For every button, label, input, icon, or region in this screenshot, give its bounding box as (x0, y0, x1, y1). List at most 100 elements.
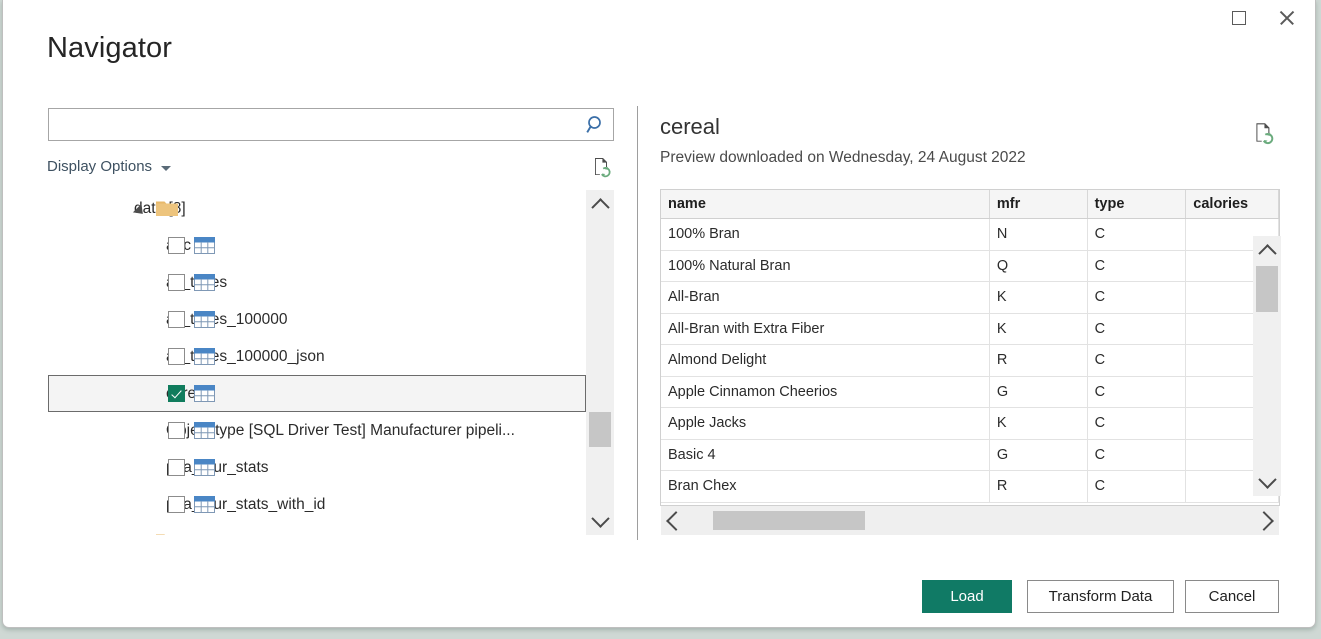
cell-name: Almond Delight (661, 345, 990, 376)
table-row[interactable]: All-Bran with Extra Fiber K C (661, 314, 1279, 346)
scrollbar-thumb[interactable] (589, 412, 611, 447)
folder-icon (156, 532, 178, 535)
scrollbar-thumb[interactable] (1256, 266, 1278, 312)
tree-vertical-scrollbar[interactable] (586, 190, 614, 535)
tree-item-abc[interactable]: abc (48, 227, 586, 264)
table-vertical-scrollbar[interactable] (1253, 236, 1281, 496)
preview-table: name mfr type calories 100% Bran N C 100… (660, 189, 1280, 506)
object-tree: data [8] abc (48, 190, 614, 535)
load-button[interactable]: Load (922, 580, 1012, 613)
tree-item-all-types-100000-json[interactable]: all_types_100000_json (48, 338, 586, 375)
table-icon (194, 237, 215, 254)
column-header-mfr[interactable]: mfr (990, 190, 1088, 218)
chevron-up-icon (1258, 244, 1276, 262)
checkbox[interactable] (168, 496, 185, 513)
tree-item-all-types[interactable]: all_types (48, 264, 586, 301)
table-row[interactable]: Bran Chex R C (661, 471, 1279, 503)
maximize-button[interactable] (1219, 4, 1259, 32)
title-bar (3, 0, 1315, 36)
table-icon (194, 311, 215, 328)
page-title: Navigator (47, 32, 172, 65)
table-header-row: name mfr type calories (661, 190, 1279, 219)
scroll-right-button[interactable] (1249, 506, 1279, 535)
navigator-dialog: Navigator Display Options (2, 0, 1316, 628)
checkbox[interactable] (168, 459, 185, 476)
column-header-type[interactable]: type (1088, 190, 1187, 218)
scroll-down-button[interactable] (586, 507, 614, 535)
table-row[interactable]: Apple Cinnamon Cheerios G C (661, 377, 1279, 409)
cell-type: C (1088, 314, 1187, 345)
scroll-up-button[interactable] (1253, 236, 1281, 264)
display-options-dropdown[interactable]: Display Options (47, 158, 171, 175)
table-horizontal-scrollbar[interactable] (661, 506, 1279, 535)
table-icon (194, 422, 215, 439)
search-icon[interactable] (584, 113, 608, 137)
checkbox[interactable] (168, 385, 185, 402)
table-row[interactable]: Apple Jacks K C (661, 408, 1279, 440)
cell-mfr: G (990, 377, 1088, 408)
cell-type: C (1088, 219, 1187, 250)
checkbox[interactable] (168, 311, 185, 328)
preview-title: cereal (660, 114, 720, 140)
scroll-down-button[interactable] (1253, 468, 1281, 496)
checkbox[interactable] (168, 348, 185, 365)
table-row[interactable]: 100% Natural Bran Q C (661, 251, 1279, 283)
cell-mfr: R (990, 471, 1088, 502)
tree-item-object-type[interactable]: Object type [SQL Driver Test] Manufactur… (48, 412, 586, 449)
cell-mfr: K (990, 314, 1088, 345)
cell-name: All-Bran with Extra Fiber (661, 314, 990, 345)
scroll-left-button[interactable] (661, 506, 691, 535)
cell-type: C (1088, 251, 1187, 282)
tree-item-label: pga_tour_stats_with_id (166, 496, 325, 514)
folder-icon (156, 199, 178, 216)
chevron-down-icon (161, 166, 171, 171)
cell-mfr: Q (990, 251, 1088, 282)
cell-type: C (1088, 471, 1187, 502)
chevron-right-icon (1254, 511, 1274, 531)
column-header-name[interactable]: name (661, 190, 990, 218)
transform-data-button[interactable]: Transform Data (1027, 580, 1174, 613)
cell-name: Bran Chex (661, 471, 990, 502)
refresh-icon[interactable] (590, 155, 614, 179)
table-row[interactable]: All-Bran K C (661, 282, 1279, 314)
tree-item-pga-tour-stats-with-id[interactable]: pga_tour_stats_with_id (48, 486, 586, 523)
table-icon (194, 459, 215, 476)
tree-root-data[interactable]: data [8] (48, 190, 586, 227)
checkbox[interactable] (168, 237, 185, 254)
search-box[interactable] (48, 108, 614, 141)
checkbox[interactable] (168, 274, 185, 291)
screen-root: Navigator Display Options (0, 0, 1321, 639)
column-header-calories[interactable]: calories (1186, 190, 1279, 218)
table-row[interactable]: Almond Delight R C (661, 345, 1279, 377)
chevron-left-icon (666, 511, 686, 531)
cell-name: 100% Bran (661, 219, 990, 250)
tree-item-all-types-100000[interactable]: all_types_100000 (48, 301, 586, 338)
cell-type: C (1088, 345, 1187, 376)
tree-item-label: Object type [SQL Driver Test] Manufactur… (166, 422, 515, 440)
chevron-up-icon (591, 198, 609, 216)
scrollbar-thumb[interactable] (713, 511, 865, 530)
table-icon (194, 385, 215, 402)
cell-name: Basic 4 (661, 440, 990, 471)
cancel-button[interactable]: Cancel (1185, 580, 1279, 613)
table-row[interactable]: Basic 4 G C (661, 440, 1279, 472)
pane-divider (637, 106, 638, 540)
table-row[interactable]: 100% Bran N C (661, 219, 1279, 251)
close-button[interactable] (1267, 4, 1307, 32)
cell-name: 100% Natural Bran (661, 251, 990, 282)
tree-item-label: all_types_100000_json (166, 348, 325, 366)
tree-item-cereal[interactable]: cereal (48, 375, 586, 412)
cell-type: C (1088, 440, 1187, 471)
chevron-down-icon (1258, 470, 1276, 488)
tree-item-pga-tour-stats[interactable]: pga_tour_stats (48, 449, 586, 486)
display-options-label: Display Options (47, 158, 152, 175)
tree-list: data [8] abc (48, 190, 586, 535)
cell-mfr: G (990, 440, 1088, 471)
scroll-up-button[interactable] (586, 190, 614, 218)
table-icon (194, 274, 215, 291)
refresh-icon[interactable] (1251, 120, 1277, 146)
search-input[interactable] (49, 109, 583, 140)
cell-type: C (1088, 377, 1187, 408)
checkbox[interactable] (168, 422, 185, 439)
preview-subtitle: Preview downloaded on Wednesday, 24 Augu… (660, 149, 1026, 167)
